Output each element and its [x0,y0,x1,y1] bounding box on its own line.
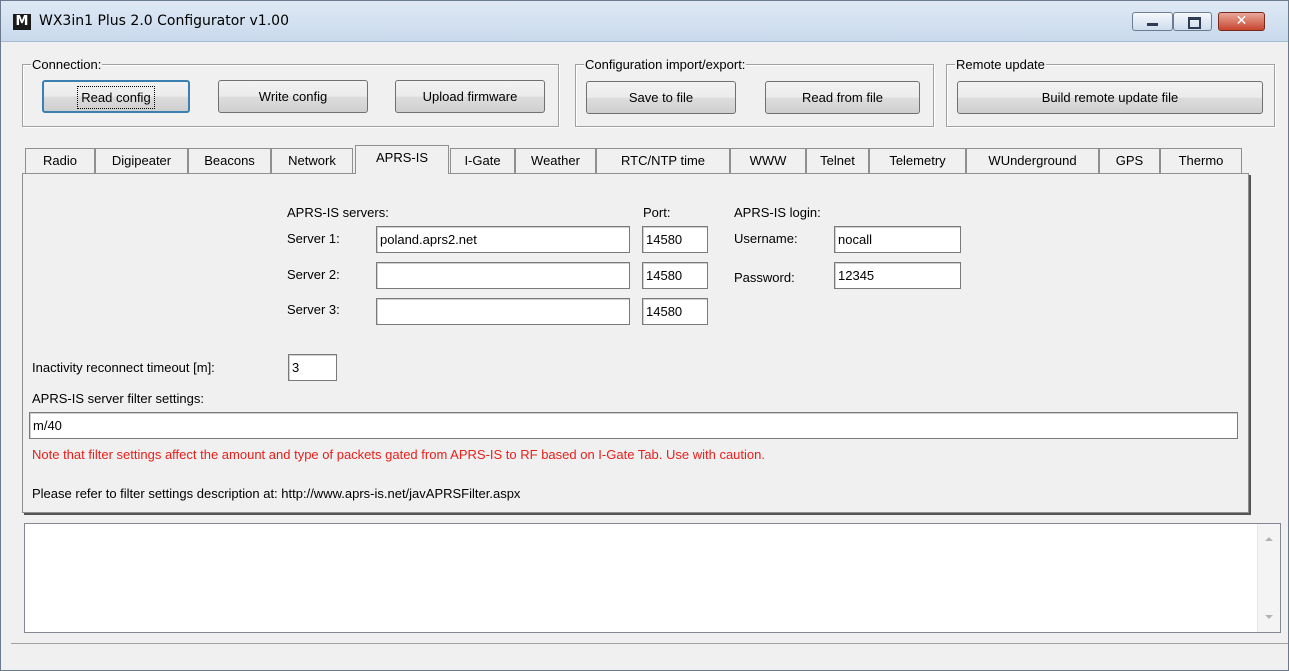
tab-www[interactable]: WWW [730,148,806,173]
minimize-icon [1133,13,1172,30]
scroll-down-icon[interactable] [1265,615,1273,619]
servers-heading: APRS-IS servers: [287,205,389,220]
tab-aprs-is[interactable]: APRS-IS [355,145,449,174]
server3-input[interactable] [376,298,630,325]
window-title: WX3in1 Plus 2.0 Configurator v1.00 [39,13,289,29]
upload-firmware-label: Upload firmware [422,89,518,104]
maximize-button[interactable] [1173,12,1212,31]
tab-network[interactable]: Network [271,148,353,173]
close-icon: ✕ [1235,13,1248,29]
filter-warning-note: Note that filter settings affect the amo… [32,447,765,462]
tab-weather[interactable]: Weather [515,148,596,173]
status-bar [11,643,1288,670]
server3-label: Server 3: [287,302,340,317]
read-config-button[interactable]: Read config [42,80,190,113]
port-heading: Port: [643,205,671,220]
port3-input[interactable]: 14580 [642,298,708,325]
remote-update-legend: Remote update [955,57,1046,72]
tab-gps[interactable]: GPS [1099,148,1160,173]
server1-input[interactable]: poland.aprs2.net [376,226,630,253]
tab-beacons[interactable]: Beacons [188,148,271,173]
build-remote-update-label: Build remote update file [1041,90,1179,105]
tab-telemetry[interactable]: Telemetry [869,148,966,173]
password-input[interactable]: 12345 [834,262,961,289]
port1-input[interactable]: 14580 [642,226,708,253]
username-input[interactable]: nocall [834,226,961,253]
save-to-file-button[interactable]: Save to file [586,81,736,114]
connection-legend: Connection: [31,57,103,72]
log-output[interactable] [24,523,1281,633]
server2-label: Server 2: [287,267,340,282]
aprs-is-panel [22,173,1249,513]
filter-reference-note: Please refer to filter settings descript… [32,486,521,501]
timeout-label: Inactivity reconnect timeout [m]: [32,360,215,375]
filter-input[interactable]: m/40 [29,412,1238,439]
tab-radio[interactable]: Radio [25,148,95,173]
tab-wunderground[interactable]: WUnderground [966,148,1099,173]
tab-digipeater[interactable]: Digipeater [95,148,188,173]
server2-input[interactable] [376,262,630,289]
build-remote-update-button[interactable]: Build remote update file [957,81,1263,114]
title-bar[interactable]: M WX3in1 Plus 2.0 Configurator v1.00 ✕ [1,1,1288,42]
password-label: Password: [734,270,795,285]
tab-telnet[interactable]: Telnet [806,148,869,173]
write-config-button[interactable]: Write config [218,80,368,113]
minimize-button[interactable] [1132,12,1173,31]
read-from-file-label: Read from file [802,90,883,105]
tab-thermo[interactable]: Thermo [1160,148,1242,173]
write-config-label: Write config [258,89,328,104]
close-button[interactable]: ✕ [1218,12,1265,31]
server1-label: Server 1: [287,231,340,246]
configurator-window: M WX3in1 Plus 2.0 Configurator v1.00 ✕ C… [0,0,1289,671]
tab-i-gate[interactable]: I-Gate [450,148,515,173]
tab-rtc-ntp-time[interactable]: RTC/NTP time [596,148,730,173]
save-to-file-label: Save to file [628,90,694,105]
username-label: Username: [734,231,798,246]
timeout-input[interactable]: 3 [288,354,337,381]
maximize-icon [1174,13,1211,30]
app-logo-icon: M [13,14,31,30]
import-export-legend: Configuration import/export: [584,57,747,72]
login-heading: APRS-IS login: [734,205,821,220]
scroll-up-icon[interactable] [1265,537,1273,541]
port2-input[interactable]: 14580 [642,262,708,289]
read-from-file-button[interactable]: Read from file [765,81,920,114]
upload-firmware-button[interactable]: Upload firmware [395,80,545,113]
log-scrollbar[interactable] [1257,524,1280,632]
read-config-label: Read config [77,86,155,109]
filter-label: APRS-IS server filter settings: [32,391,204,406]
